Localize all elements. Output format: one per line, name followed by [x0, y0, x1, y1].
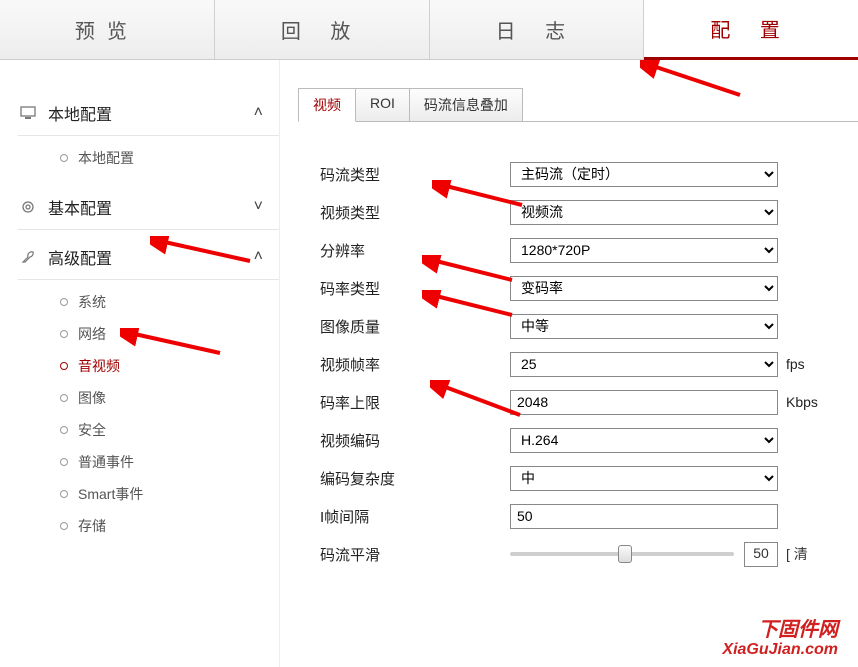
group-basic[interactable]: 基本配置 ˅: [18, 184, 279, 230]
tab-preview[interactable]: 预览: [0, 0, 215, 59]
sidebar-item-label: 系统: [78, 292, 106, 312]
bullet-icon: [60, 362, 68, 370]
label-image-quality: 图像质量: [320, 316, 510, 337]
group-local-label: 本地配置: [48, 101, 254, 125]
bullet-icon: [60, 490, 68, 498]
main-panel: 视频 ROI 码流信息叠加 码流类型主码流（定时） 视频类型视频流 分辨率128…: [280, 60, 858, 667]
watermark-line2: XiaGuJian.com: [722, 641, 838, 659]
sidebar-item-normal-events[interactable]: 普通事件: [18, 446, 279, 478]
select-stream-type[interactable]: 主码流（定时）: [510, 162, 778, 187]
watermark: 下固件网 XiaGuJian.com: [722, 619, 838, 659]
sidebar: 本地配置 ˄ 本地配置 基本配置 ˅ 高级配置 ˄ 系统 网络: [0, 60, 280, 667]
tab-config[interactable]: 配 置: [644, 0, 858, 60]
sidebar-item-security[interactable]: 安全: [18, 414, 279, 446]
bullet-icon: [60, 522, 68, 530]
select-frame-rate[interactable]: 25: [510, 352, 778, 377]
sidebar-item-smart-events[interactable]: Smart事件: [18, 478, 279, 510]
bullet-icon: [60, 394, 68, 402]
label-stream-type: 码流类型: [320, 164, 510, 185]
main-tabs: 预览 回 放 日 志 配 置: [0, 0, 858, 60]
unit-kbps: Kbps: [786, 394, 818, 410]
slider-thumb[interactable]: [618, 545, 632, 563]
sub-tabs: 视频 ROI 码流信息叠加: [298, 88, 858, 122]
slider-value: 50: [744, 542, 778, 567]
sidebar-item-image[interactable]: 图像: [18, 382, 279, 414]
unit-fps: fps: [786, 356, 805, 372]
label-complexity: 编码复杂度: [320, 468, 510, 489]
sidebar-item-audiovideo[interactable]: 音视频: [18, 350, 279, 382]
label-video-type: 视频类型: [320, 202, 510, 223]
group-advanced[interactable]: 高级配置 ˄: [18, 234, 279, 280]
slider-suffix: [ 清: [786, 544, 808, 564]
bullet-icon: [60, 330, 68, 338]
bullet-icon: [60, 154, 68, 162]
video-settings-panel: 码流类型主码流（定时） 视频类型视频流 分辨率1280*720P 码率类型变码率…: [298, 121, 858, 568]
chevron-down-icon: ˅: [254, 198, 263, 216]
bullet-icon: [60, 426, 68, 434]
label-iframe: I帧间隔: [320, 506, 510, 527]
gear-icon: [18, 197, 38, 217]
select-video-type[interactable]: 视频流: [510, 200, 778, 225]
sidebar-item-label: Smart事件: [78, 484, 143, 504]
sidebar-item-local-config[interactable]: 本地配置: [18, 142, 279, 174]
bullet-icon: [60, 298, 68, 306]
label-max-bitrate: 码率上限: [320, 392, 510, 413]
subtab-video[interactable]: 视频: [298, 88, 356, 122]
sidebar-item-label: 安全: [78, 420, 106, 440]
watermark-line1: 下固件网: [722, 619, 838, 641]
input-iframe[interactable]: [510, 504, 778, 529]
group-advanced-label: 高级配置: [48, 245, 254, 269]
label-smoothing: 码流平滑: [320, 544, 510, 565]
monitor-icon: [18, 103, 38, 123]
chevron-up-icon: ˄: [254, 248, 263, 266]
select-resolution[interactable]: 1280*720P: [510, 238, 778, 263]
bullet-icon: [60, 458, 68, 466]
sidebar-item-label: 普通事件: [78, 452, 134, 472]
sidebar-item-label: 网络: [78, 324, 106, 344]
select-bitrate-type[interactable]: 变码率: [510, 276, 778, 301]
label-frame-rate: 视频帧率: [320, 354, 510, 375]
input-max-bitrate[interactable]: [510, 390, 778, 415]
sidebar-item-label: 音视频: [78, 356, 120, 376]
select-complexity[interactable]: 中: [510, 466, 778, 491]
sidebar-item-label: 图像: [78, 388, 106, 408]
chevron-up-icon: ˄: [254, 104, 263, 122]
sidebar-item-label: 存储: [78, 516, 106, 536]
select-image-quality[interactable]: 中等: [510, 314, 778, 339]
slider-smoothing[interactable]: [510, 552, 734, 556]
group-local[interactable]: 本地配置 ˄: [18, 90, 279, 136]
sidebar-item-label: 本地配置: [78, 148, 134, 168]
sidebar-item-storage[interactable]: 存储: [18, 510, 279, 542]
sidebar-item-network[interactable]: 网络: [18, 318, 279, 350]
wrench-icon: [18, 247, 38, 267]
label-video-encoding: 视频编码: [320, 430, 510, 451]
label-bitrate-type: 码率类型: [320, 278, 510, 299]
tab-log[interactable]: 日 志: [430, 0, 645, 59]
sidebar-item-system[interactable]: 系统: [18, 286, 279, 318]
tab-playback[interactable]: 回 放: [215, 0, 430, 59]
subtab-overlay[interactable]: 码流信息叠加: [409, 88, 523, 122]
subtab-roi[interactable]: ROI: [355, 88, 410, 122]
select-video-encoding[interactable]: H.264: [510, 428, 778, 453]
group-basic-label: 基本配置: [48, 195, 254, 219]
label-resolution: 分辨率: [320, 240, 510, 261]
